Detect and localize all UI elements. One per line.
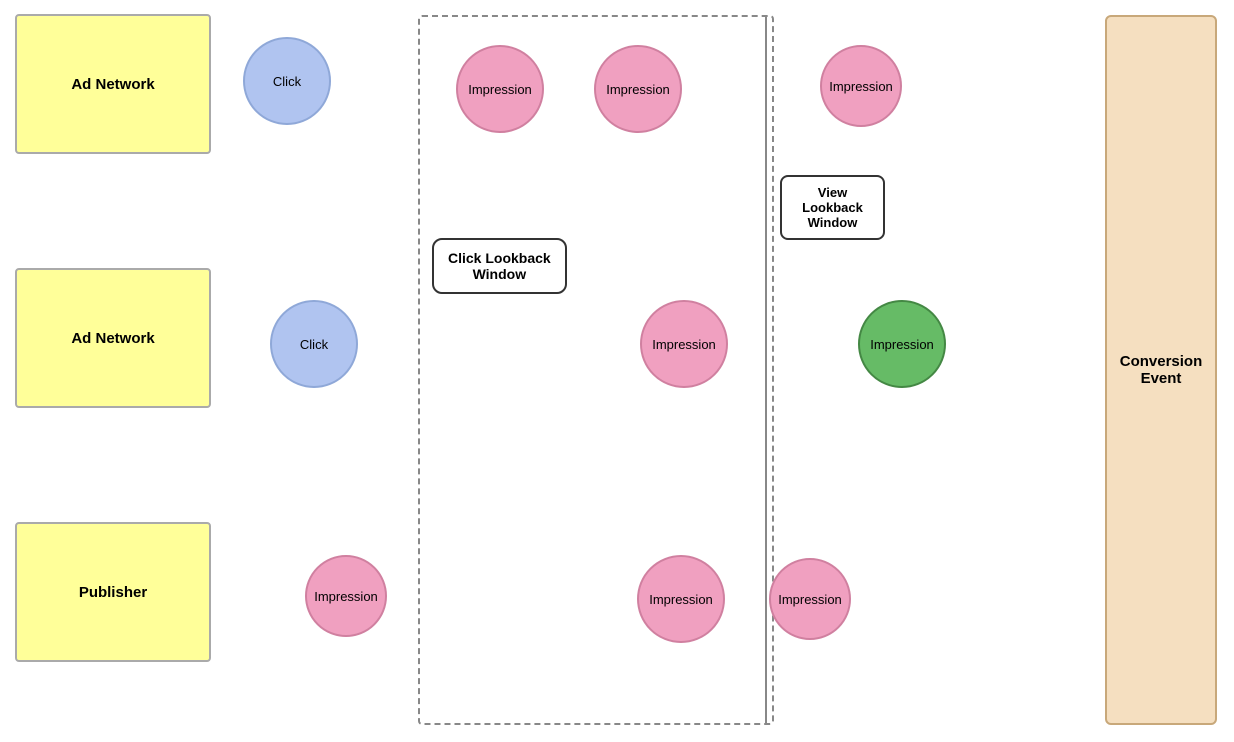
ad-network-2-label: Ad Network <box>71 330 154 347</box>
publisher-box: Publisher <box>15 522 211 662</box>
ad-network-1-box: Ad Network <box>15 14 211 154</box>
impression-1: Impression <box>456 45 544 133</box>
publisher-label: Publisher <box>79 584 147 601</box>
diagram: Ad Network Ad Network Publisher Click Lo… <box>0 0 1234 742</box>
impression-2: Impression <box>594 45 682 133</box>
impression-8: Impression <box>769 558 851 640</box>
impression-6: Impression <box>305 555 387 637</box>
click-lookback-label: Click LookbackWindow <box>432 238 567 294</box>
conversion-event-label: ConversionEvent <box>1120 353 1203 387</box>
impression-7: Impression <box>637 555 725 643</box>
impression-4: Impression <box>640 300 728 388</box>
view-lookback-line <box>765 15 767 725</box>
view-lookback-label: ViewLookbackWindow <box>780 175 885 240</box>
click-circle-2: Click <box>270 300 358 388</box>
ad-network-2-box: Ad Network <box>15 268 211 408</box>
impression-5-green: Impression <box>858 300 946 388</box>
impression-3: Impression <box>820 45 902 127</box>
conversion-event-panel: ConversionEvent <box>1105 15 1217 725</box>
ad-network-1-label: Ad Network <box>71 76 154 93</box>
click-circle-1: Click <box>243 37 331 125</box>
